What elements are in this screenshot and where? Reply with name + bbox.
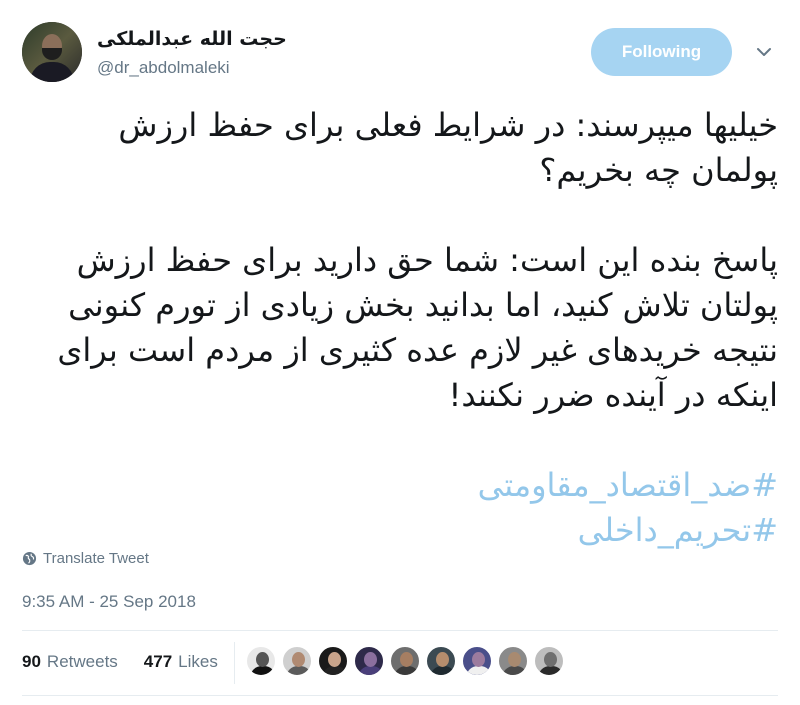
tweet-header: حجت الله عبدالملکی @dr_abdolmaleki Follo… <box>0 0 800 100</box>
liker-avatar[interactable] <box>389 645 421 677</box>
liker-avatar[interactable] <box>317 645 349 677</box>
author-display-name[interactable]: حجت الله عبدالملکی <box>97 28 287 50</box>
following-button[interactable]: Following <box>591 28 732 76</box>
stats-separator <box>234 642 235 684</box>
tweet-text: خیلیها میپرسند: در شرایط فعلی برای حفظ ا… <box>22 103 778 553</box>
hashtag-link[interactable]: #ضد_اقتصاد_مقاومتی <box>22 463 778 508</box>
retweets-label[interactable]: Retweets <box>47 652 118 672</box>
globe-icon <box>22 551 37 566</box>
liker-avatar[interactable] <box>533 645 565 677</box>
divider <box>22 695 778 696</box>
author-avatar[interactable] <box>22 22 82 82</box>
tweet-paragraph: خیلیها میپرسند: در شرایط فعلی برای حفظ ا… <box>118 106 778 189</box>
retweets-count[interactable]: 90 <box>22 652 41 672</box>
liker-avatar[interactable] <box>245 645 277 677</box>
tweet-paragraph: پاسخ بنده این است: شما حق دارید برای حفظ… <box>57 241 778 414</box>
translate-tweet-label[interactable]: Translate Tweet <box>43 550 149 567</box>
divider <box>22 630 778 631</box>
liker-avatar[interactable] <box>353 645 385 677</box>
liker-avatar[interactable] <box>461 645 493 677</box>
likes-label[interactable]: Likes <box>178 652 218 672</box>
author-handle[interactable]: @dr_abdolmaleki <box>97 58 230 78</box>
tweet-stats: 90 Retweets 477 Likes <box>22 652 218 672</box>
liker-avatar[interactable] <box>425 645 457 677</box>
hashtag-link[interactable]: #تحریم_داخلی <box>22 508 778 553</box>
chevron-down-icon[interactable] <box>752 40 776 64</box>
likes-count[interactable]: 477 <box>144 652 172 672</box>
tweet-timestamp[interactable]: 9:35 AM - 25 Sep 2018 <box>22 592 196 612</box>
liker-avatars <box>245 645 565 681</box>
liker-avatar[interactable] <box>497 645 529 677</box>
translate-tweet-link[interactable]: Translate Tweet <box>22 550 149 567</box>
liker-avatar[interactable] <box>281 645 313 677</box>
